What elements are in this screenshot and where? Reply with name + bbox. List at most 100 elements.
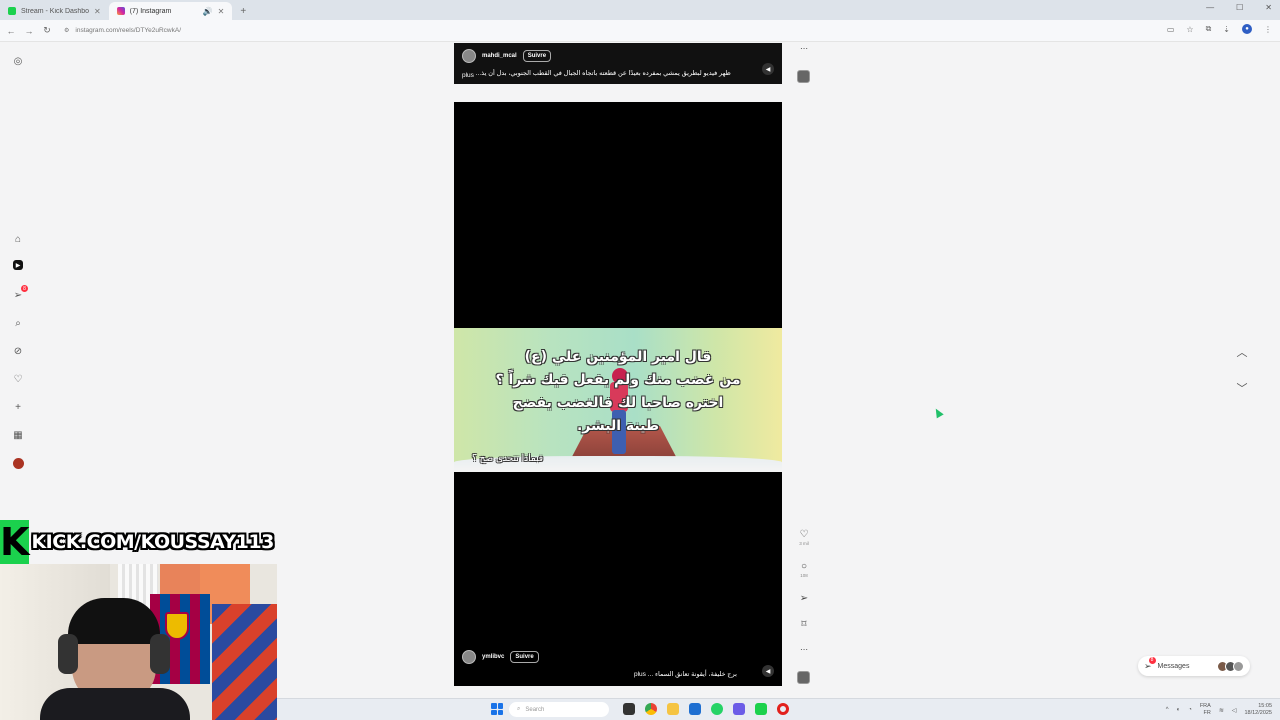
wifi-icon[interactable]: ≋	[1219, 707, 1224, 714]
send-icon[interactable]: ➢ 8	[11, 285, 28, 302]
extensions-icon[interactable]: ⧉	[1206, 24, 1212, 34]
headset-icon	[150, 634, 170, 674]
home-icon[interactable]: ⌂	[11, 232, 25, 246]
reel-current[interactable]: قال امير المؤمنين علي (ع) من غضب منك ولم…	[454, 102, 782, 686]
like-button[interactable]: ♡ 3 mil	[796, 529, 812, 546]
comment-count: 108	[800, 573, 808, 578]
taskbar-clock[interactable]: 15:05 18/12/2025	[1244, 703, 1272, 717]
reels-icon[interactable]: ▶	[13, 260, 23, 270]
reel-caption[interactable]: plus ظهر فيديو لبطريق يمشي بمفرده بعيدًا…	[462, 69, 731, 79]
reel-caption[interactable]: plus برج خليفة، أيقونة تعانق السماء ...	[634, 670, 737, 678]
previous-reel-chevron-up-icon[interactable]: ︿	[1234, 344, 1250, 360]
windows-taskbar: ⌕ Search ^ ◐ ◔ FRA FR ≋ ◁ 15:05 18/12/20…	[277, 698, 1280, 720]
club-crest-icon	[165, 612, 189, 640]
tab-label: (7) Instagram	[129, 7, 172, 15]
clock-time: 15:05	[1258, 703, 1272, 709]
file-explorer-icon[interactable]	[623, 703, 635, 715]
caption-text: ظهر فيديو لبطريق يمشي بمفرده بعيدًا عن ق…	[475, 70, 731, 77]
close-tab-icon[interactable]: ✕	[218, 7, 225, 16]
create-icon[interactable]: +	[11, 400, 25, 414]
url-text: instagram.com/reels/DTYe2uRcwkA/	[75, 27, 181, 34]
reload-icon[interactable]: ↻	[38, 25, 56, 36]
browser-tab-bar: Stream - Kick Dashboard ✕ (7) Instagram …	[0, 0, 1280, 20]
site-info-icon[interactable]: ⚙	[64, 27, 69, 34]
windows-start-icon[interactable]	[491, 703, 503, 715]
messages-button[interactable]: ➢ 8 Messages	[1138, 656, 1250, 676]
opera-icon[interactable]	[777, 703, 789, 715]
menu-icon[interactable]: ⋮	[1264, 25, 1272, 34]
video-overlay-subtext: فبماذا تتحدى صح ؟	[472, 454, 544, 464]
reel-previous[interactable]: mahdi_mcal Suivre plus ظهر فيديو لبطريق …	[454, 43, 782, 84]
profile-avatar[interactable]	[11, 456, 25, 470]
kick-app-icon[interactable]	[755, 703, 767, 715]
audio-thumbnail[interactable]	[797, 671, 810, 684]
overlay-line: قال امير المؤمنين علي (ع)	[524, 349, 712, 365]
speaker-icon[interactable]: 🔊	[203, 7, 213, 16]
follow-button[interactable]: Suivre	[522, 50, 552, 62]
minimize-button[interactable]: —	[1206, 3, 1214, 12]
video-overlay-text: قال امير المؤمنين علي (ع) من غضب منك ولم…	[454, 346, 782, 438]
comment-button[interactable]: ○ 108	[796, 561, 812, 578]
url-field[interactable]: ⚙ instagram.com/reels/DTYe2uRcwkA/	[64, 27, 181, 34]
tab-instagram[interactable]: (7) Instagram 🔊 ✕	[108, 2, 233, 20]
share-icon[interactable]: ➢	[796, 593, 812, 604]
system-tray: ^ ◐ ◔ FRA FR ≋ ◁ 15:05 18/12/2025	[1166, 703, 1272, 717]
language-indicator[interactable]: FRA FR	[1200, 703, 1211, 717]
reel-username[interactable]: mahdi_mcal	[482, 53, 517, 59]
next-reel-chevron-down-icon[interactable]: ﹀	[1234, 380, 1250, 396]
maximize-button[interactable]: ☐	[1236, 3, 1243, 12]
more-options-icon[interactable]: ⋯	[796, 645, 812, 654]
new-tab-button[interactable]: +	[232, 2, 254, 20]
window-controls: — ☐ ✕	[1206, 3, 1272, 12]
heart-icon[interactable]: ♡	[11, 372, 25, 386]
chevron-up-icon[interactable]: ^	[1166, 707, 1169, 713]
search-icon: ⌕	[517, 706, 521, 712]
more-options-icon[interactable]: ⋯	[796, 44, 812, 53]
downloads-icon[interactable]: ⇣	[1223, 25, 1230, 34]
discord-icon[interactable]	[733, 703, 745, 715]
avatar[interactable]	[462, 650, 476, 664]
save-bookmark-icon[interactable]: ⌑	[796, 619, 812, 630]
taskbar-search[interactable]: ⌕ Search	[509, 702, 609, 717]
profile-avatar-icon[interactable]: ●	[1242, 24, 1252, 34]
chrome-icon[interactable]	[645, 703, 657, 715]
forward-icon[interactable]: →	[20, 26, 38, 36]
cast-icon[interactable]: ▭	[1167, 25, 1175, 34]
like-count: 3 mil	[799, 541, 809, 546]
reel-username[interactable]: ymlibvc	[482, 654, 504, 660]
clock-date: 18/12/2025	[1244, 710, 1272, 716]
audio-thumbnail[interactable]	[797, 70, 810, 83]
mouse-cursor-icon	[932, 406, 944, 419]
mute-icon[interactable]: ◀	[762, 63, 774, 75]
follow-button[interactable]: Suivre	[510, 651, 539, 663]
explore-icon[interactable]: ⊘	[11, 344, 25, 358]
whatsapp-icon[interactable]	[711, 703, 723, 715]
close-tab-icon[interactable]: ✕	[94, 7, 101, 16]
folder-icon[interactable]	[667, 703, 679, 715]
messages-label: Messages	[1157, 662, 1190, 670]
instagram-logo-icon[interactable]: ◎	[11, 54, 25, 68]
kick-channel-url: KICK.COM/KOUSSAY113	[31, 531, 274, 553]
volume-icon[interactable]: ◔	[1188, 707, 1192, 713]
kick-favicon-icon	[8, 7, 16, 15]
back-icon[interactable]: ←	[2, 26, 20, 36]
more-link[interactable]: plus	[634, 671, 646, 678]
lang-text: FRA	[1199, 703, 1211, 709]
search-icon[interactable]: ⌕	[11, 316, 25, 330]
bookmark-star-icon[interactable]: ☆	[1186, 25, 1193, 34]
network-icon[interactable]: ◐	[1177, 707, 1181, 713]
speaker-icon[interactable]: ◁	[1232, 707, 1237, 714]
lang-text: FR	[1203, 710, 1211, 716]
tab-label: Stream - Kick Dashboard	[21, 7, 89, 15]
dashboard-icon[interactable]: ▦	[11, 428, 25, 442]
video-frame: قال امير المؤمنين علي (ع) من غضب منك ولم…	[454, 328, 782, 472]
webcam-feed	[0, 564, 277, 720]
search-placeholder: Search	[525, 706, 545, 713]
mute-icon[interactable]: ◀	[762, 665, 774, 677]
close-window-button[interactable]: ✕	[1265, 3, 1272, 12]
tab-kick-dashboard[interactable]: Stream - Kick Dashboard ✕	[0, 2, 109, 20]
avatar[interactable]	[462, 49, 476, 63]
headset-icon	[58, 634, 78, 674]
more-link[interactable]: plus	[462, 72, 474, 79]
store-icon[interactable]	[689, 703, 701, 715]
